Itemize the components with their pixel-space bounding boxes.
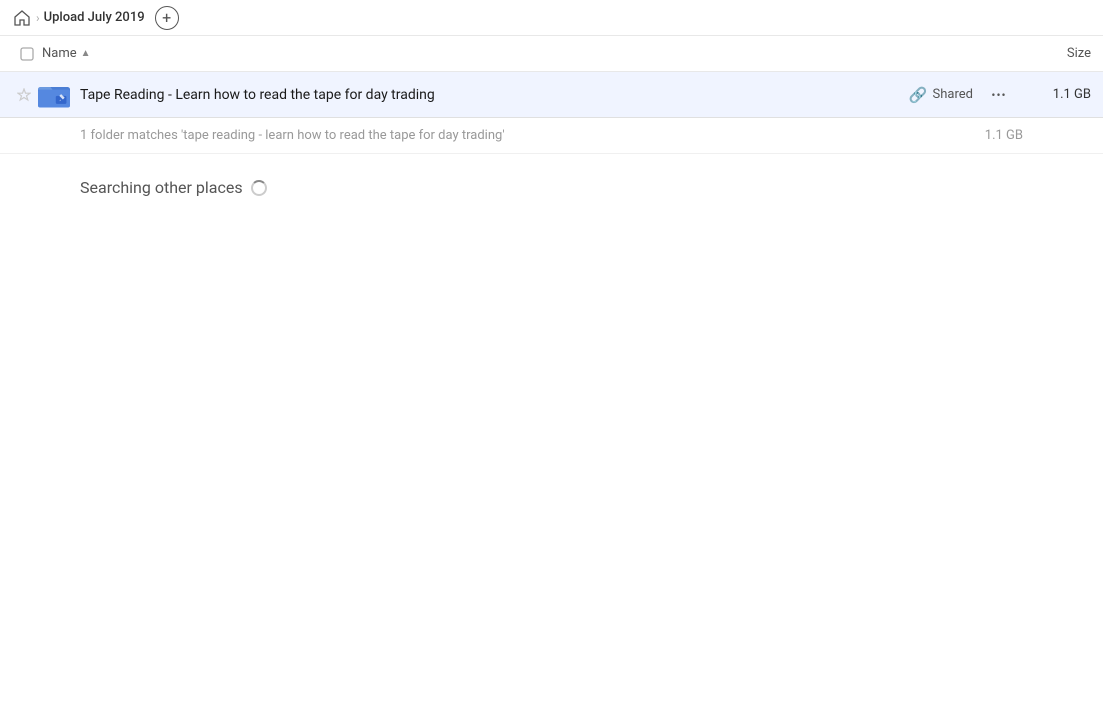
loading-spinner [251,180,267,196]
match-size: 1.1 GB [985,128,1023,143]
size-column-header[interactable]: Size [1011,46,1091,61]
file-name: Tape Reading - Learn how to read the tap… [80,87,909,103]
match-info-row: 1 folder matches 'tape reading - learn h… [0,118,1103,154]
shared-indicator[interactable]: 🔗 Shared [909,86,973,104]
name-column-header[interactable]: Name ▲ [42,46,1011,61]
column-headers: Name ▲ Size [0,36,1103,72]
link-icon: 🔗 [909,86,928,104]
add-button[interactable]: + [155,6,179,30]
file-size: 1.1 GB [1021,87,1091,102]
file-row[interactable]: Tape Reading - Learn how to read the tap… [0,72,1103,118]
match-text: 1 folder matches 'tape reading - learn h… [80,128,985,143]
breadcrumb-bar: › Upload July 2019 + [0,0,1103,36]
sort-indicator: ▲ [81,48,91,59]
home-icon[interactable] [12,8,32,28]
breadcrumb-separator: › [36,11,40,25]
searching-label: Searching other places [80,178,243,197]
searching-other-places: Searching other places [0,154,1103,221]
more-options-button[interactable]: ••• [985,81,1013,109]
select-all-checkbox[interactable] [12,47,42,61]
breadcrumb-title[interactable]: Upload July 2019 [44,10,145,25]
star-icon[interactable] [12,88,36,102]
folder-icon [36,77,72,113]
